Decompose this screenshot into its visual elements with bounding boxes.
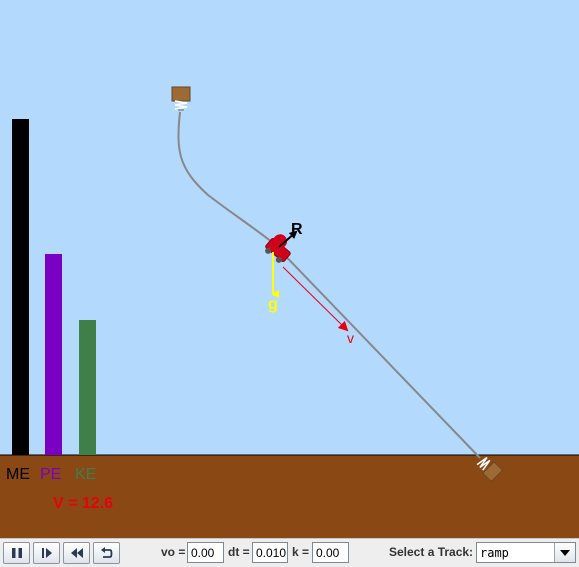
velocity-label: v: [347, 330, 354, 346]
k-label: k =: [292, 545, 310, 559]
reset-button[interactable]: [93, 542, 120, 564]
energy-bar-pe: [45, 254, 62, 455]
track-select-label: Select a Track:: [389, 545, 474, 559]
step-icon: [41, 547, 53, 559]
physics-simulation-window: R g v ME PE KE V = 12.6 vo = 0.00 dt = 0…: [0, 0, 579, 567]
vo-label: vo =: [161, 545, 186, 559]
energy-bar-ke: [79, 320, 96, 455]
simulation-canvas[interactable]: R g v: [0, 0, 579, 538]
gravity-label: g: [268, 296, 278, 313]
dt-label: dt =: [228, 545, 250, 559]
pause-button[interactable]: [3, 542, 30, 564]
rewind-icon: [70, 547, 84, 559]
track-select[interactable]: ramp: [476, 542, 576, 563]
control-toolbar: vo = 0.00 dt = 0.010 k = 0.00 Select a T…: [0, 538, 579, 567]
k-field[interactable]: 0.00: [312, 542, 349, 563]
track-select-value: ramp: [480, 546, 509, 560]
energy-label-ke: KE: [75, 466, 97, 483]
dt-field[interactable]: 0.010: [252, 542, 288, 563]
pause-icon: [11, 547, 23, 559]
step-button[interactable]: [33, 542, 60, 564]
reaction-label: R: [291, 221, 303, 238]
chevron-down-icon[interactable]: [554, 543, 575, 562]
energy-bar-me: [12, 119, 29, 455]
energy-label-pe: PE: [40, 466, 62, 483]
speed-readout: V = 12.6: [53, 495, 114, 512]
reset-icon: [100, 546, 114, 560]
rewind-button[interactable]: [63, 542, 90, 564]
energy-label-me: ME: [6, 466, 30, 483]
vo-field[interactable]: 0.00: [187, 542, 224, 563]
